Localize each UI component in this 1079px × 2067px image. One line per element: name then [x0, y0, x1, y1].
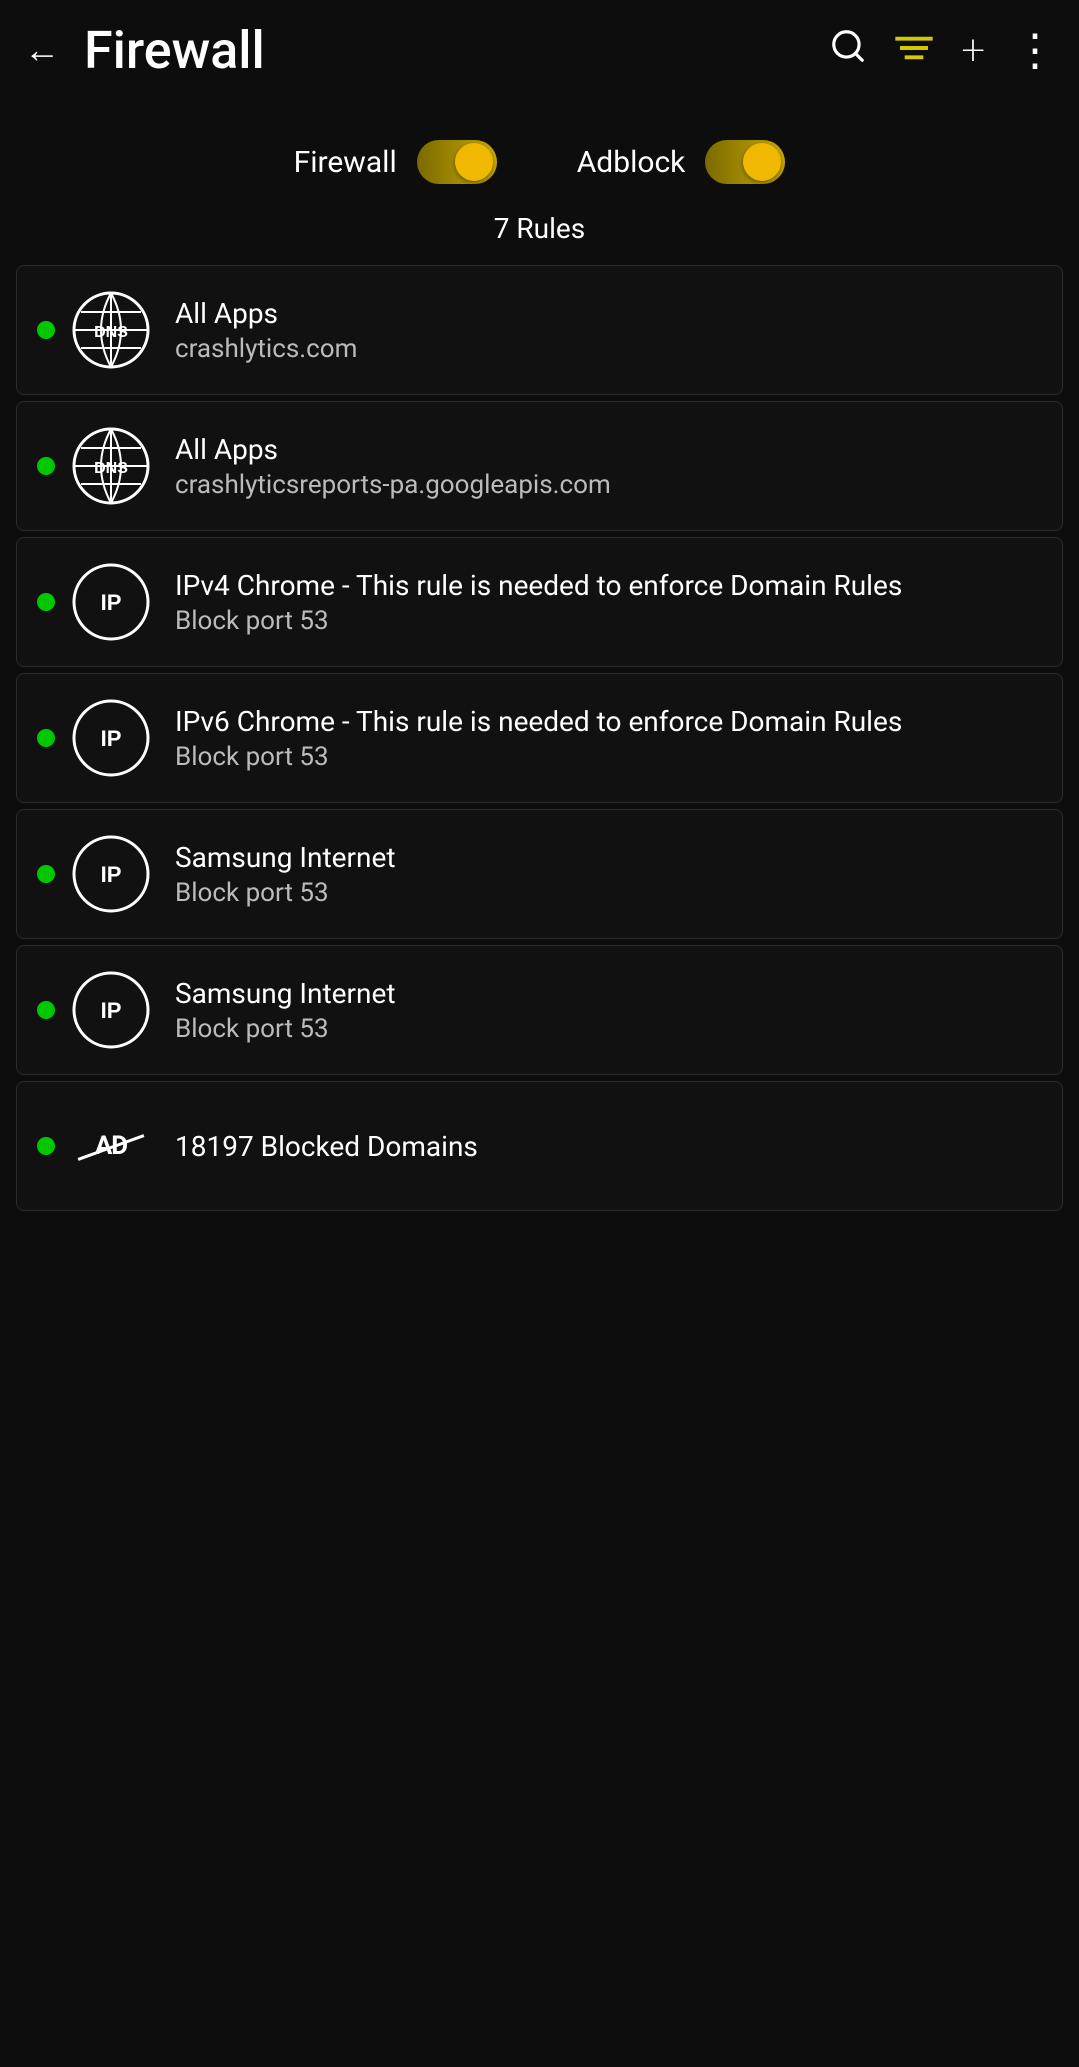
- firewall-toggle[interactable]: [417, 140, 497, 184]
- svg-text:IP: IP: [101, 998, 122, 1023]
- rule-title: IPv4 Chrome - This rule is needed to enf…: [175, 569, 902, 602]
- header-actions: + ⋮: [829, 24, 1055, 76]
- dns-icon: DNS: [71, 426, 151, 506]
- svg-text:IP: IP: [101, 726, 122, 751]
- rule-subtitle: Block port 53: [175, 606, 902, 636]
- status-dot: [37, 321, 55, 339]
- page-title: Firewall: [84, 20, 829, 81]
- more-options-icon[interactable]: ⋮: [1013, 24, 1055, 76]
- svg-text:DNS: DNS: [94, 324, 128, 341]
- ip-icon: IP: [71, 834, 151, 914]
- rule-title: Samsung Internet: [175, 841, 395, 874]
- status-dot: [37, 865, 55, 883]
- ip-icon: IP: [71, 562, 151, 642]
- status-dot: [37, 457, 55, 475]
- svg-text:IP: IP: [101, 862, 122, 887]
- rules-count: 7 Rules: [0, 204, 1079, 265]
- adblock-toggle-item: Adblock: [577, 140, 786, 184]
- rule-item[interactable]: IP Samsung Internet Block port 53: [16, 809, 1063, 939]
- adblock-toggle[interactable]: [705, 140, 785, 184]
- rule-info: IPv4 Chrome - This rule is needed to enf…: [175, 569, 902, 636]
- search-icon[interactable]: [829, 27, 867, 74]
- rule-item[interactable]: IP IPv4 Chrome - This rule is needed to …: [16, 537, 1063, 667]
- rule-item[interactable]: DNS All Apps crashlyticsreports-pa.googl…: [16, 401, 1063, 531]
- rule-subtitle: crashlyticsreports-pa.googleapis.com: [175, 470, 611, 500]
- rule-title: IPv6 Chrome - This rule is needed to enf…: [175, 705, 902, 738]
- firewall-toggle-knob: [455, 143, 493, 181]
- status-dot: [37, 593, 55, 611]
- rule-subtitle: Block port 53: [175, 878, 395, 908]
- dns-icon: DNS: [71, 290, 151, 370]
- status-dot: [37, 729, 55, 747]
- rule-subtitle: Block port 53: [175, 1014, 395, 1044]
- toggle-section: Firewall Adblock: [0, 100, 1079, 204]
- firewall-toggle-item: Firewall: [294, 140, 497, 184]
- rule-info: Samsung Internet Block port 53: [175, 977, 395, 1044]
- svg-text:DNS: DNS: [94, 460, 128, 477]
- status-dot: [37, 1001, 55, 1019]
- rules-list: DNS All Apps crashlytics.com DNS All: [0, 265, 1079, 1217]
- ad-icon-container: AD: [71, 1106, 151, 1186]
- rule-item[interactable]: IP Samsung Internet Block port 53: [16, 945, 1063, 1075]
- header: ← Firewall + ⋮: [0, 0, 1079, 100]
- rule-item[interactable]: AD 18197 Blocked Domains: [16, 1081, 1063, 1211]
- rule-title: All Apps: [175, 433, 611, 466]
- rule-title: All Apps: [175, 297, 357, 330]
- rule-item[interactable]: DNS All Apps crashlytics.com: [16, 265, 1063, 395]
- rule-item[interactable]: IP IPv6 Chrome - This rule is needed to …: [16, 673, 1063, 803]
- rule-info: All Apps crashlyticsreports-pa.googleapi…: [175, 433, 611, 500]
- svg-text:IP: IP: [101, 590, 122, 615]
- rule-info: 18197 Blocked Domains: [175, 1130, 478, 1163]
- adblock-toggle-knob: [743, 143, 781, 181]
- rule-info: IPv6 Chrome - This rule is needed to enf…: [175, 705, 902, 772]
- firewall-label: Firewall: [294, 145, 397, 180]
- filter-icon[interactable]: [895, 29, 933, 71]
- adblock-label: Adblock: [577, 145, 686, 180]
- status-dot: [37, 1137, 55, 1155]
- ad-icon: AD: [71, 1106, 151, 1186]
- rule-subtitle: Block port 53: [175, 742, 902, 772]
- ip-icon: IP: [71, 970, 151, 1050]
- rule-info: All Apps crashlytics.com: [175, 297, 357, 364]
- rule-subtitle: crashlytics.com: [175, 334, 357, 364]
- ip-icon: IP: [71, 698, 151, 778]
- rule-title: Samsung Internet: [175, 977, 395, 1010]
- add-icon[interactable]: +: [961, 26, 985, 75]
- rule-title: 18197 Blocked Domains: [175, 1130, 478, 1163]
- rule-info: Samsung Internet Block port 53: [175, 841, 395, 908]
- back-button[interactable]: ←: [24, 32, 60, 68]
